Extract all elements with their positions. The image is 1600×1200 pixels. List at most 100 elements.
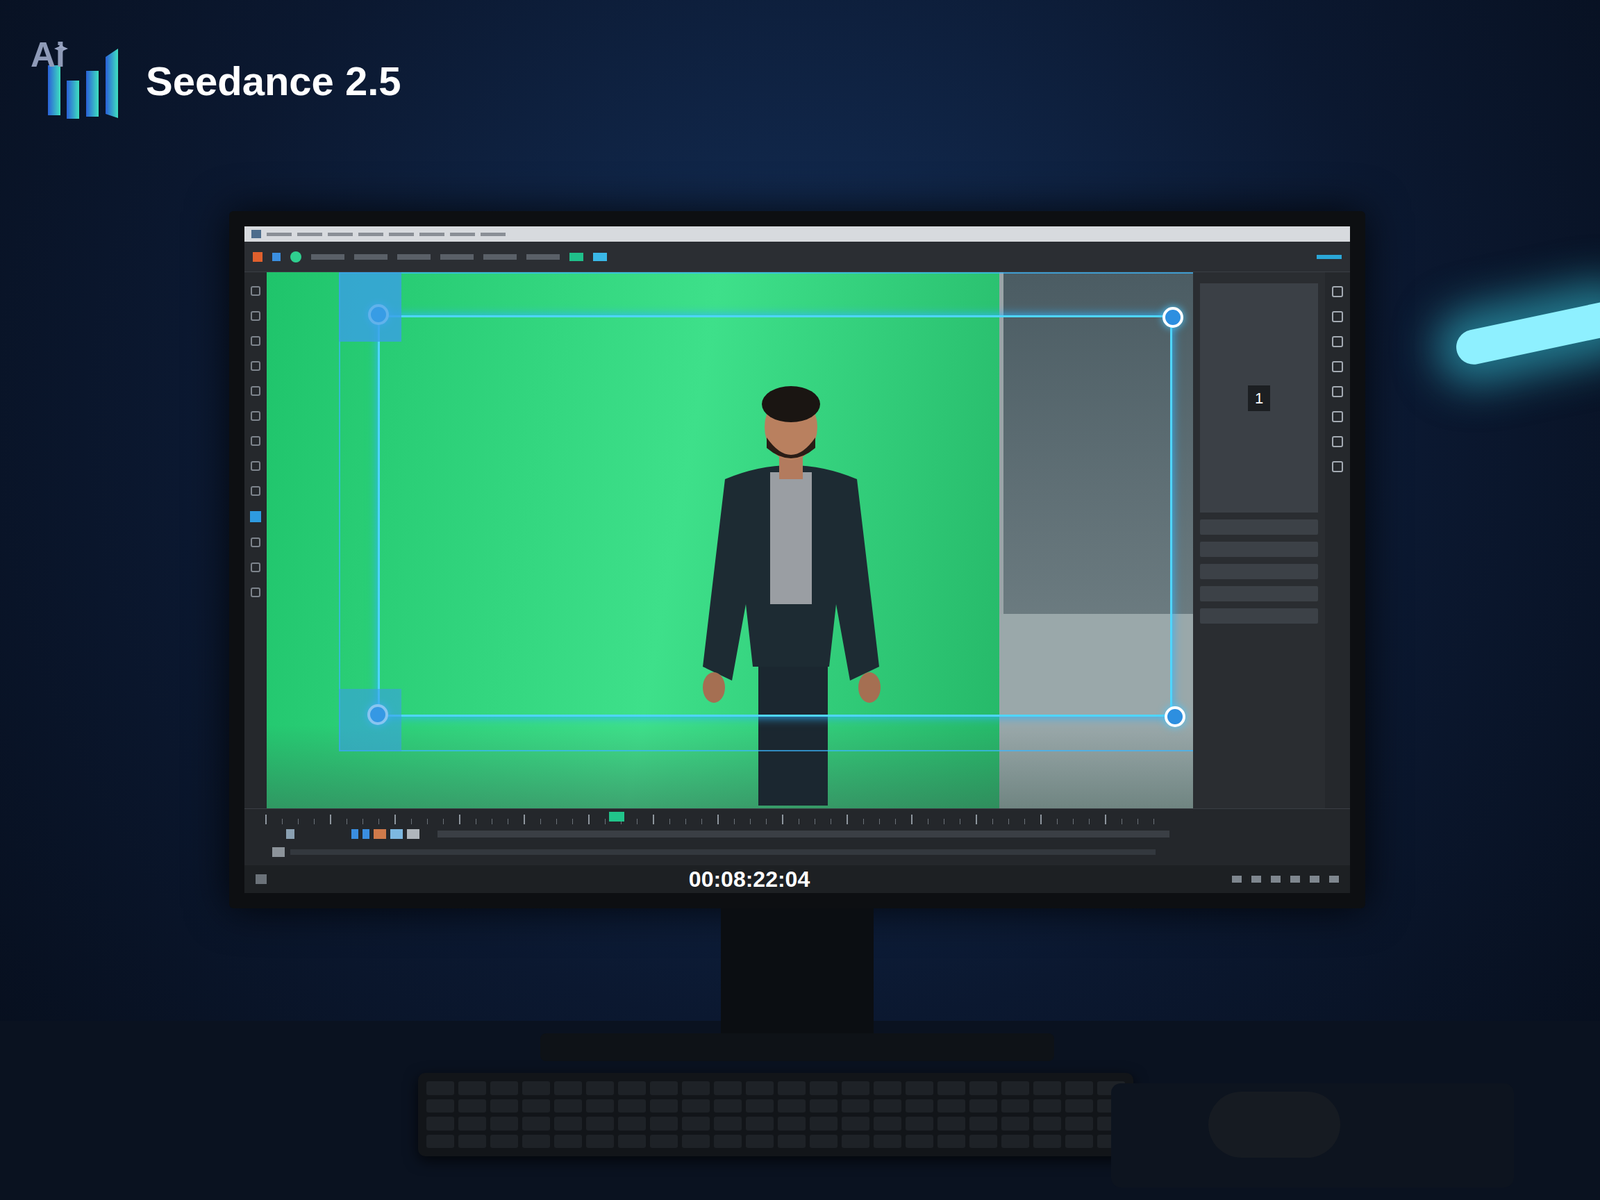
key[interactable]	[522, 1081, 550, 1096]
key[interactable]	[681, 1099, 710, 1114]
key[interactable]	[809, 1116, 838, 1131]
tool-icon[interactable]	[250, 286, 261, 296]
key[interactable]	[745, 1134, 774, 1149]
mouse[interactable]	[1208, 1091, 1341, 1158]
key[interactable]	[905, 1116, 934, 1131]
key[interactable]	[969, 1081, 998, 1096]
tool-icon[interactable]	[1331, 336, 1344, 348]
key[interactable]	[969, 1134, 998, 1149]
tool-icon[interactable]	[250, 461, 261, 471]
circle-icon[interactable]	[290, 251, 302, 263]
key[interactable]	[650, 1099, 678, 1114]
key[interactable]	[490, 1134, 519, 1149]
key[interactable]	[426, 1116, 455, 1131]
tool-icon[interactable]	[1331, 411, 1344, 423]
key[interactable]	[1001, 1081, 1030, 1096]
key[interactable]	[873, 1134, 902, 1149]
selection-frame[interactable]	[377, 315, 1173, 717]
key[interactable]	[426, 1081, 455, 1096]
key[interactable]	[1065, 1116, 1094, 1131]
tool-icon[interactable]	[250, 486, 261, 496]
key[interactable]	[937, 1099, 966, 1114]
key[interactable]	[554, 1099, 582, 1114]
key[interactable]	[713, 1081, 742, 1096]
key[interactable]	[905, 1099, 934, 1114]
key[interactable]	[841, 1099, 870, 1114]
tool-icon[interactable]	[250, 386, 261, 396]
key[interactable]	[937, 1134, 966, 1149]
key[interactable]	[522, 1134, 550, 1149]
menu-mark[interactable]	[266, 232, 292, 237]
track-clip[interactable]	[290, 849, 1156, 855]
tool-icon[interactable]	[1331, 286, 1344, 298]
key[interactable]	[618, 1099, 646, 1114]
tool-icon[interactable]	[250, 311, 261, 321]
tool-mark[interactable]	[483, 254, 517, 260]
color-swatch[interactable]	[593, 252, 607, 262]
tool-icon[interactable]	[250, 361, 261, 371]
key[interactable]	[490, 1099, 519, 1114]
menu-mark[interactable]	[450, 232, 475, 237]
key[interactable]	[681, 1116, 710, 1131]
key[interactable]	[873, 1099, 902, 1114]
tool-icon[interactable]	[250, 411, 261, 421]
key[interactable]	[873, 1116, 902, 1131]
status-icon[interactable]	[1251, 875, 1262, 883]
tool-icon[interactable]	[1331, 386, 1344, 398]
mode-toggle[interactable]	[1316, 254, 1342, 260]
key[interactable]	[809, 1134, 838, 1149]
record-icon[interactable]	[252, 252, 263, 262]
key[interactable]	[618, 1116, 646, 1131]
key[interactable]	[554, 1134, 582, 1149]
playhead[interactable]	[609, 811, 625, 822]
key[interactable]	[490, 1081, 519, 1096]
tool-icon[interactable]	[250, 537, 261, 548]
key[interactable]	[1033, 1116, 1062, 1131]
status-icon[interactable]	[1290, 875, 1300, 883]
key[interactable]	[745, 1099, 774, 1114]
status-icon[interactable]	[1231, 875, 1242, 883]
property-row[interactable]	[1200, 608, 1319, 624]
property-row[interactable]	[1200, 519, 1319, 535]
square-icon[interactable]	[272, 252, 281, 262]
key[interactable]	[713, 1134, 742, 1149]
menu-mark[interactable]	[327, 232, 353, 237]
key[interactable]	[873, 1081, 902, 1096]
key[interactable]	[969, 1099, 998, 1114]
key[interactable]	[458, 1134, 487, 1149]
key[interactable]	[777, 1116, 806, 1131]
key[interactable]	[937, 1081, 966, 1096]
tool-icon[interactable]	[250, 511, 262, 523]
menu-mark[interactable]	[480, 232, 506, 237]
key[interactable]	[745, 1116, 774, 1131]
key[interactable]	[905, 1134, 934, 1149]
key[interactable]	[841, 1116, 870, 1131]
key[interactable]	[713, 1116, 742, 1131]
key[interactable]	[650, 1081, 678, 1096]
key[interactable]	[1001, 1099, 1030, 1114]
key[interactable]	[777, 1134, 806, 1149]
property-row[interactable]	[1200, 563, 1319, 580]
key[interactable]	[426, 1099, 455, 1114]
key[interactable]	[905, 1081, 934, 1096]
tool-mark[interactable]	[397, 254, 431, 260]
key[interactable]	[618, 1134, 646, 1149]
key[interactable]	[681, 1081, 710, 1096]
track-clip[interactable]	[437, 830, 1170, 838]
key[interactable]	[458, 1081, 487, 1096]
key[interactable]	[1065, 1099, 1094, 1114]
menu-mark[interactable]	[419, 232, 445, 237]
tool-mark[interactable]	[526, 254, 560, 260]
menu-mark[interactable]	[388, 232, 414, 237]
tool-mark[interactable]	[311, 254, 345, 260]
key[interactable]	[809, 1099, 838, 1114]
key[interactable]	[586, 1116, 614, 1131]
key[interactable]	[522, 1099, 550, 1114]
key[interactable]	[809, 1081, 838, 1096]
keyboard[interactable]	[418, 1072, 1134, 1157]
color-swatch[interactable]	[569, 252, 584, 262]
corner-handle[interactable]	[1162, 306, 1184, 328]
key[interactable]	[650, 1116, 678, 1131]
tool-icon[interactable]	[1331, 311, 1344, 323]
key[interactable]	[490, 1116, 519, 1131]
